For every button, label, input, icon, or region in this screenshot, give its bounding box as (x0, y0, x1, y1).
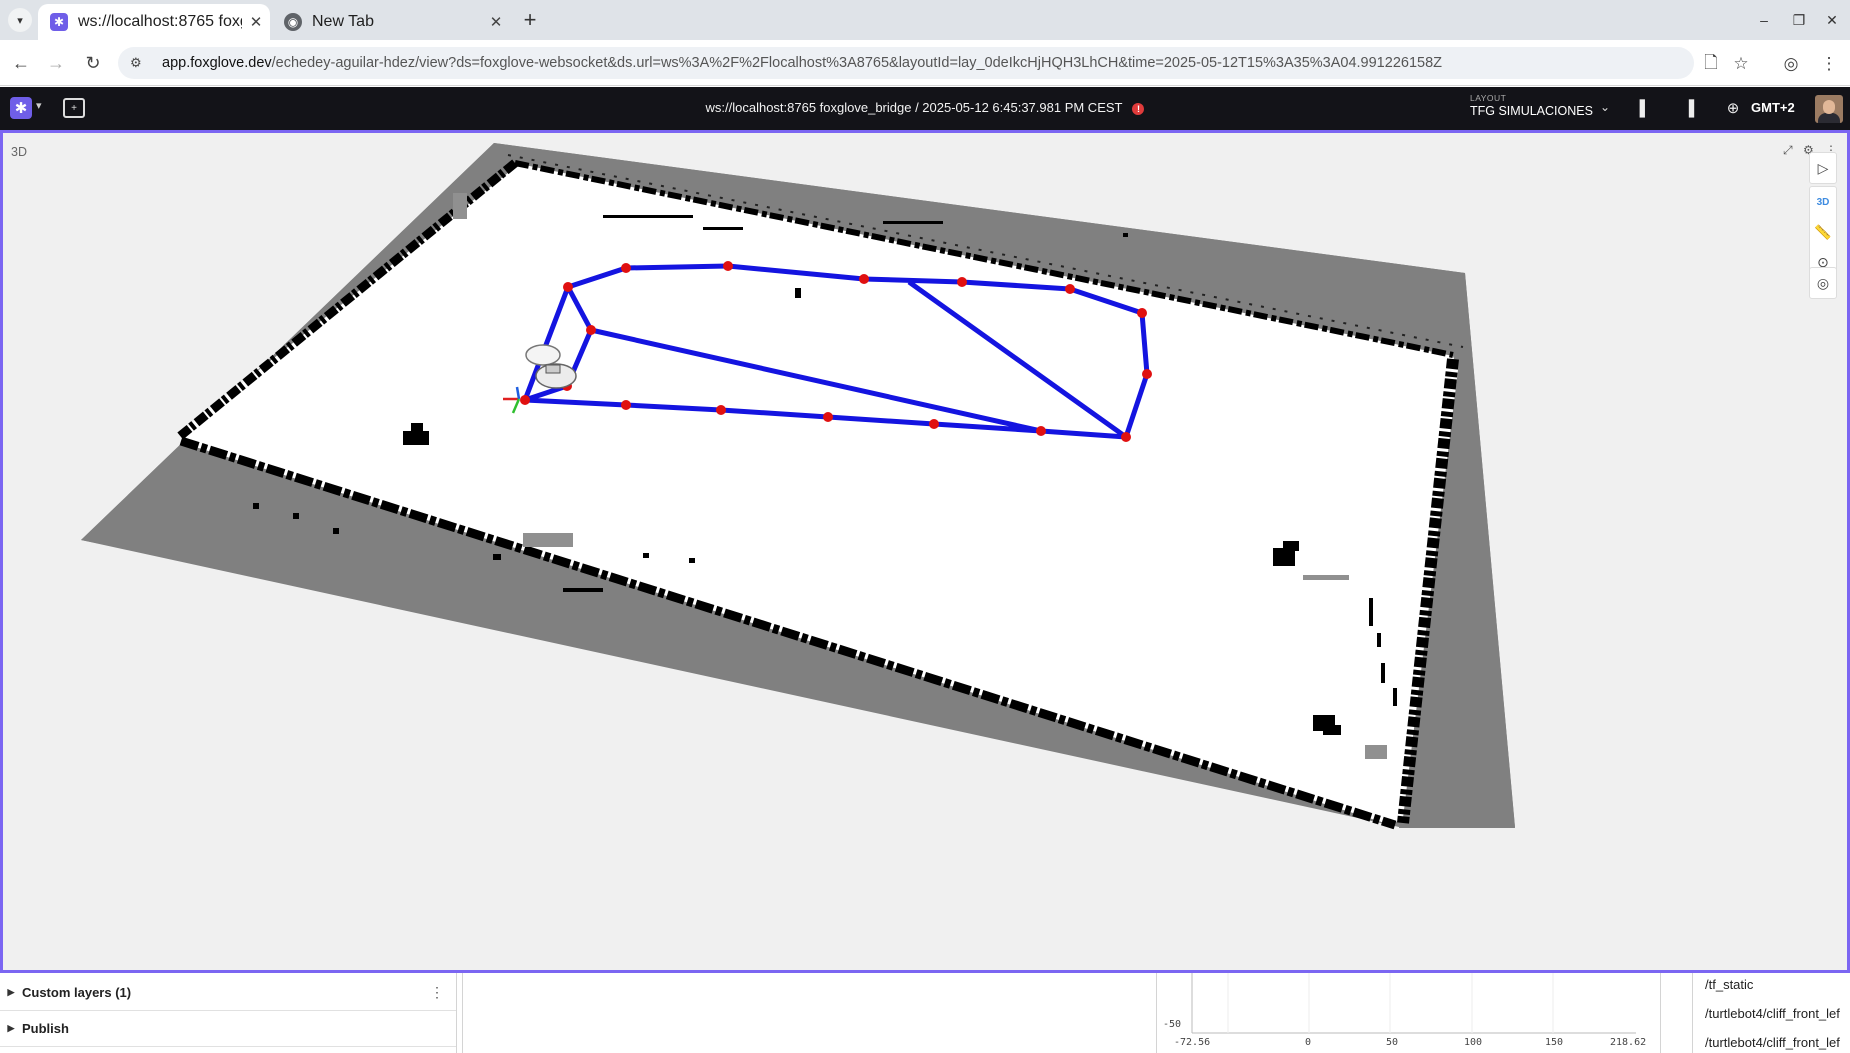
publish-section[interactable]: ▶ Publish (0, 1011, 456, 1047)
reload-icon[interactable]: ↻ (80, 50, 106, 76)
address-bar[interactable]: ⚙ app.foxglove.dev/echedey-aguilar-hdez/… (118, 47, 1694, 79)
plot-y-tick: -50 (1163, 1019, 1182, 1030)
forward-icon[interactable]: → (43, 50, 69, 76)
right-sidebar-toggle-icon[interactable]: ▐ (1678, 98, 1700, 118)
path-waypoint (929, 419, 939, 429)
select-cursor-icon[interactable]: ▷ (1809, 153, 1837, 183)
plot-x-tick: 150 (1545, 1037, 1564, 1048)
follow-target-icon[interactable]: ◎ (1809, 268, 1837, 298)
new-tab-button[interactable]: + (518, 6, 542, 34)
path-waypoint (1036, 426, 1046, 436)
chevron-down-icon[interactable]: ⌄ (1600, 100, 1610, 114)
path-waypoint (520, 395, 530, 405)
panel-title[interactable]: 3D (11, 145, 27, 159)
app-header: ✱ ▾ + ws://localhost:8765 foxglove_bridg… (0, 87, 1850, 130)
interaction-toolbar: ▷ (1809, 152, 1837, 184)
layout-caption: LAYOUT (1470, 93, 1507, 103)
path-waypoint (1065, 284, 1075, 294)
3d-panel[interactable]: 3D ⤢ ⚙ ⋮ ▷ 3D 📏 ⊙ ◎ (0, 130, 1850, 973)
path-waypoint (563, 282, 573, 292)
left-sidebar-toggle-icon[interactable]: ▌ (1634, 98, 1656, 118)
profile-icon[interactable]: ◎ (1780, 53, 1802, 75)
url-text: app.foxglove.dev/echedey-aguilar-hdez/vi… (162, 55, 1442, 71)
panel-divider (1692, 973, 1693, 1053)
follow-toolbar: ◎ (1809, 267, 1837, 299)
path-waypoint (957, 277, 967, 287)
topic-item[interactable]: /turtlebot4/cliff_front_lef (1705, 1006, 1840, 1021)
path-waypoint (823, 412, 833, 422)
path-waypoint (621, 400, 631, 410)
caret-right-icon: ▶ (7, 1023, 15, 1033)
minimize-icon[interactable]: – (1747, 6, 1781, 34)
bottom-panels: ▶ Custom layers (1) ⋮ ▶ Publish -50 -72.… (0, 973, 1850, 1053)
chrome-favicon-icon: ◉ (284, 13, 302, 31)
browser-menu-icon[interactable]: ⋮ (1818, 53, 1840, 75)
plot-x-tick: 100 (1464, 1037, 1483, 1048)
plot-x-tick: 218.62 (1610, 1037, 1647, 1048)
tab-title: ws://localhost:8765 foxglove (78, 13, 242, 30)
panel-divider (456, 973, 457, 1053)
foxglove-favicon-icon: ✱ (50, 13, 68, 31)
close-window-icon[interactable]: ✕ (1815, 6, 1849, 34)
topic-item[interactable]: /turtlebot4/cliff_front_lef (1705, 1035, 1840, 1050)
path-waypoint (1142, 369, 1152, 379)
path-waypoint (716, 405, 726, 415)
caret-right-icon: ▶ (7, 987, 15, 997)
plot-x-tick: 50 (1386, 1037, 1399, 1048)
path-waypoint (586, 325, 596, 335)
browser-tab-strip: ▾ ✱ ws://localhost:8765 foxglove ✕ ◉ New… (0, 0, 1850, 40)
section-label: Custom layers (1) (22, 985, 132, 1000)
ruler-icon[interactable]: 📏 (1809, 217, 1837, 247)
page-info-icon[interactable]: 🗋 (1700, 53, 1722, 75)
section-menu-icon[interactable]: ⋮ (430, 984, 444, 1001)
tab-title: New Tab (312, 13, 374, 30)
fullscreen-icon[interactable]: ⤢ (1783, 143, 1793, 158)
custom-layers-section[interactable]: ▶ Custom layers (1) ⋮ (0, 975, 456, 1011)
avatar[interactable] (1815, 95, 1843, 123)
tab-foxglove[interactable]: ✱ ws://localhost:8765 foxglove ✕ (38, 4, 270, 40)
path-waypoint (1121, 432, 1131, 442)
connection-text: ws://localhost:8765 foxglove_bridge / 20… (705, 100, 1123, 115)
path-waypoint (1137, 308, 1147, 318)
section-label: Publish (22, 1021, 69, 1036)
tab-search-button[interactable]: ▾ (8, 8, 32, 32)
site-info-icon[interactable]: ⚙ (130, 55, 150, 71)
globe-icon[interactable]: ⊕ (1722, 98, 1744, 118)
3d-mode-toggle[interactable]: 3D (1809, 187, 1837, 217)
bookmark-star-icon[interactable]: ☆ (1730, 53, 1752, 75)
panel-divider (1660, 973, 1661, 1053)
close-tab-icon[interactable]: ✕ (482, 13, 510, 31)
view-toolbar: 3D 📏 ⊙ (1809, 186, 1837, 278)
browser-toolbar: ← → ↻ ⚙ app.foxglove.dev/echedey-aguilar… (0, 40, 1850, 86)
path-waypoint (859, 274, 869, 284)
path-waypoint (621, 263, 631, 273)
layout-selector[interactable]: LAYOUT TFG SIMULACIONES (1470, 93, 1593, 118)
plot-x-tick: -72.56 (1174, 1037, 1211, 1048)
layout-name: TFG SIMULACIONES (1470, 104, 1593, 118)
close-tab-icon[interactable]: ✕ (242, 13, 270, 31)
restore-icon[interactable]: ❐ (1782, 6, 1816, 34)
error-indicator-icon[interactable]: ! (1132, 102, 1145, 115)
back-icon[interactable]: ← (8, 50, 34, 76)
timezone-label[interactable]: GMT+2 (1751, 100, 1795, 115)
topic-item[interactable]: /tf_static (1705, 977, 1753, 992)
plot-x-tick: 0 (1305, 1037, 1312, 1048)
3d-scene-view[interactable] (3, 133, 1847, 970)
path-waypoint (723, 261, 733, 271)
tab-new-tab[interactable]: ◉ New Tab ✕ (272, 4, 510, 40)
panel-divider (462, 973, 463, 1053)
